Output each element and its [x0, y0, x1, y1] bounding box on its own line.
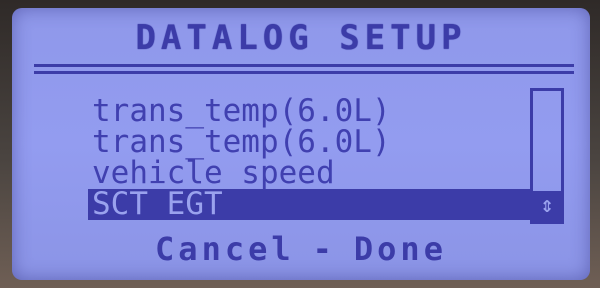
- list-item[interactable]: trans_temp(6.0L): [92, 96, 522, 127]
- title-divider-top: [34, 64, 574, 67]
- footer-separator: -: [312, 230, 336, 268]
- up-down-arrows-icon[interactable]: ⇕: [533, 191, 561, 221]
- cancel-button[interactable]: Cancel: [155, 230, 295, 268]
- list-item-selected[interactable]: SCT EGT: [88, 189, 532, 220]
- screen-title: DATALOG SETUP: [135, 18, 467, 58]
- title-divider-bottom: [34, 71, 574, 74]
- datalog-parameter-list: trans_temp(6.0L) trans_temp(6.0L) vehicl…: [88, 96, 532, 220]
- done-button[interactable]: Done: [354, 230, 447, 268]
- list-item[interactable]: trans_temp(6.0L): [92, 127, 522, 158]
- lcd-screen: DATALOG SETUP trans_temp(6.0L) trans_tem…: [12, 8, 590, 280]
- list-item[interactable]: vehicle speed: [92, 158, 522, 189]
- footer-actions: Cancel - Done: [12, 230, 590, 268]
- scrollbar[interactable]: ⇕: [530, 88, 564, 224]
